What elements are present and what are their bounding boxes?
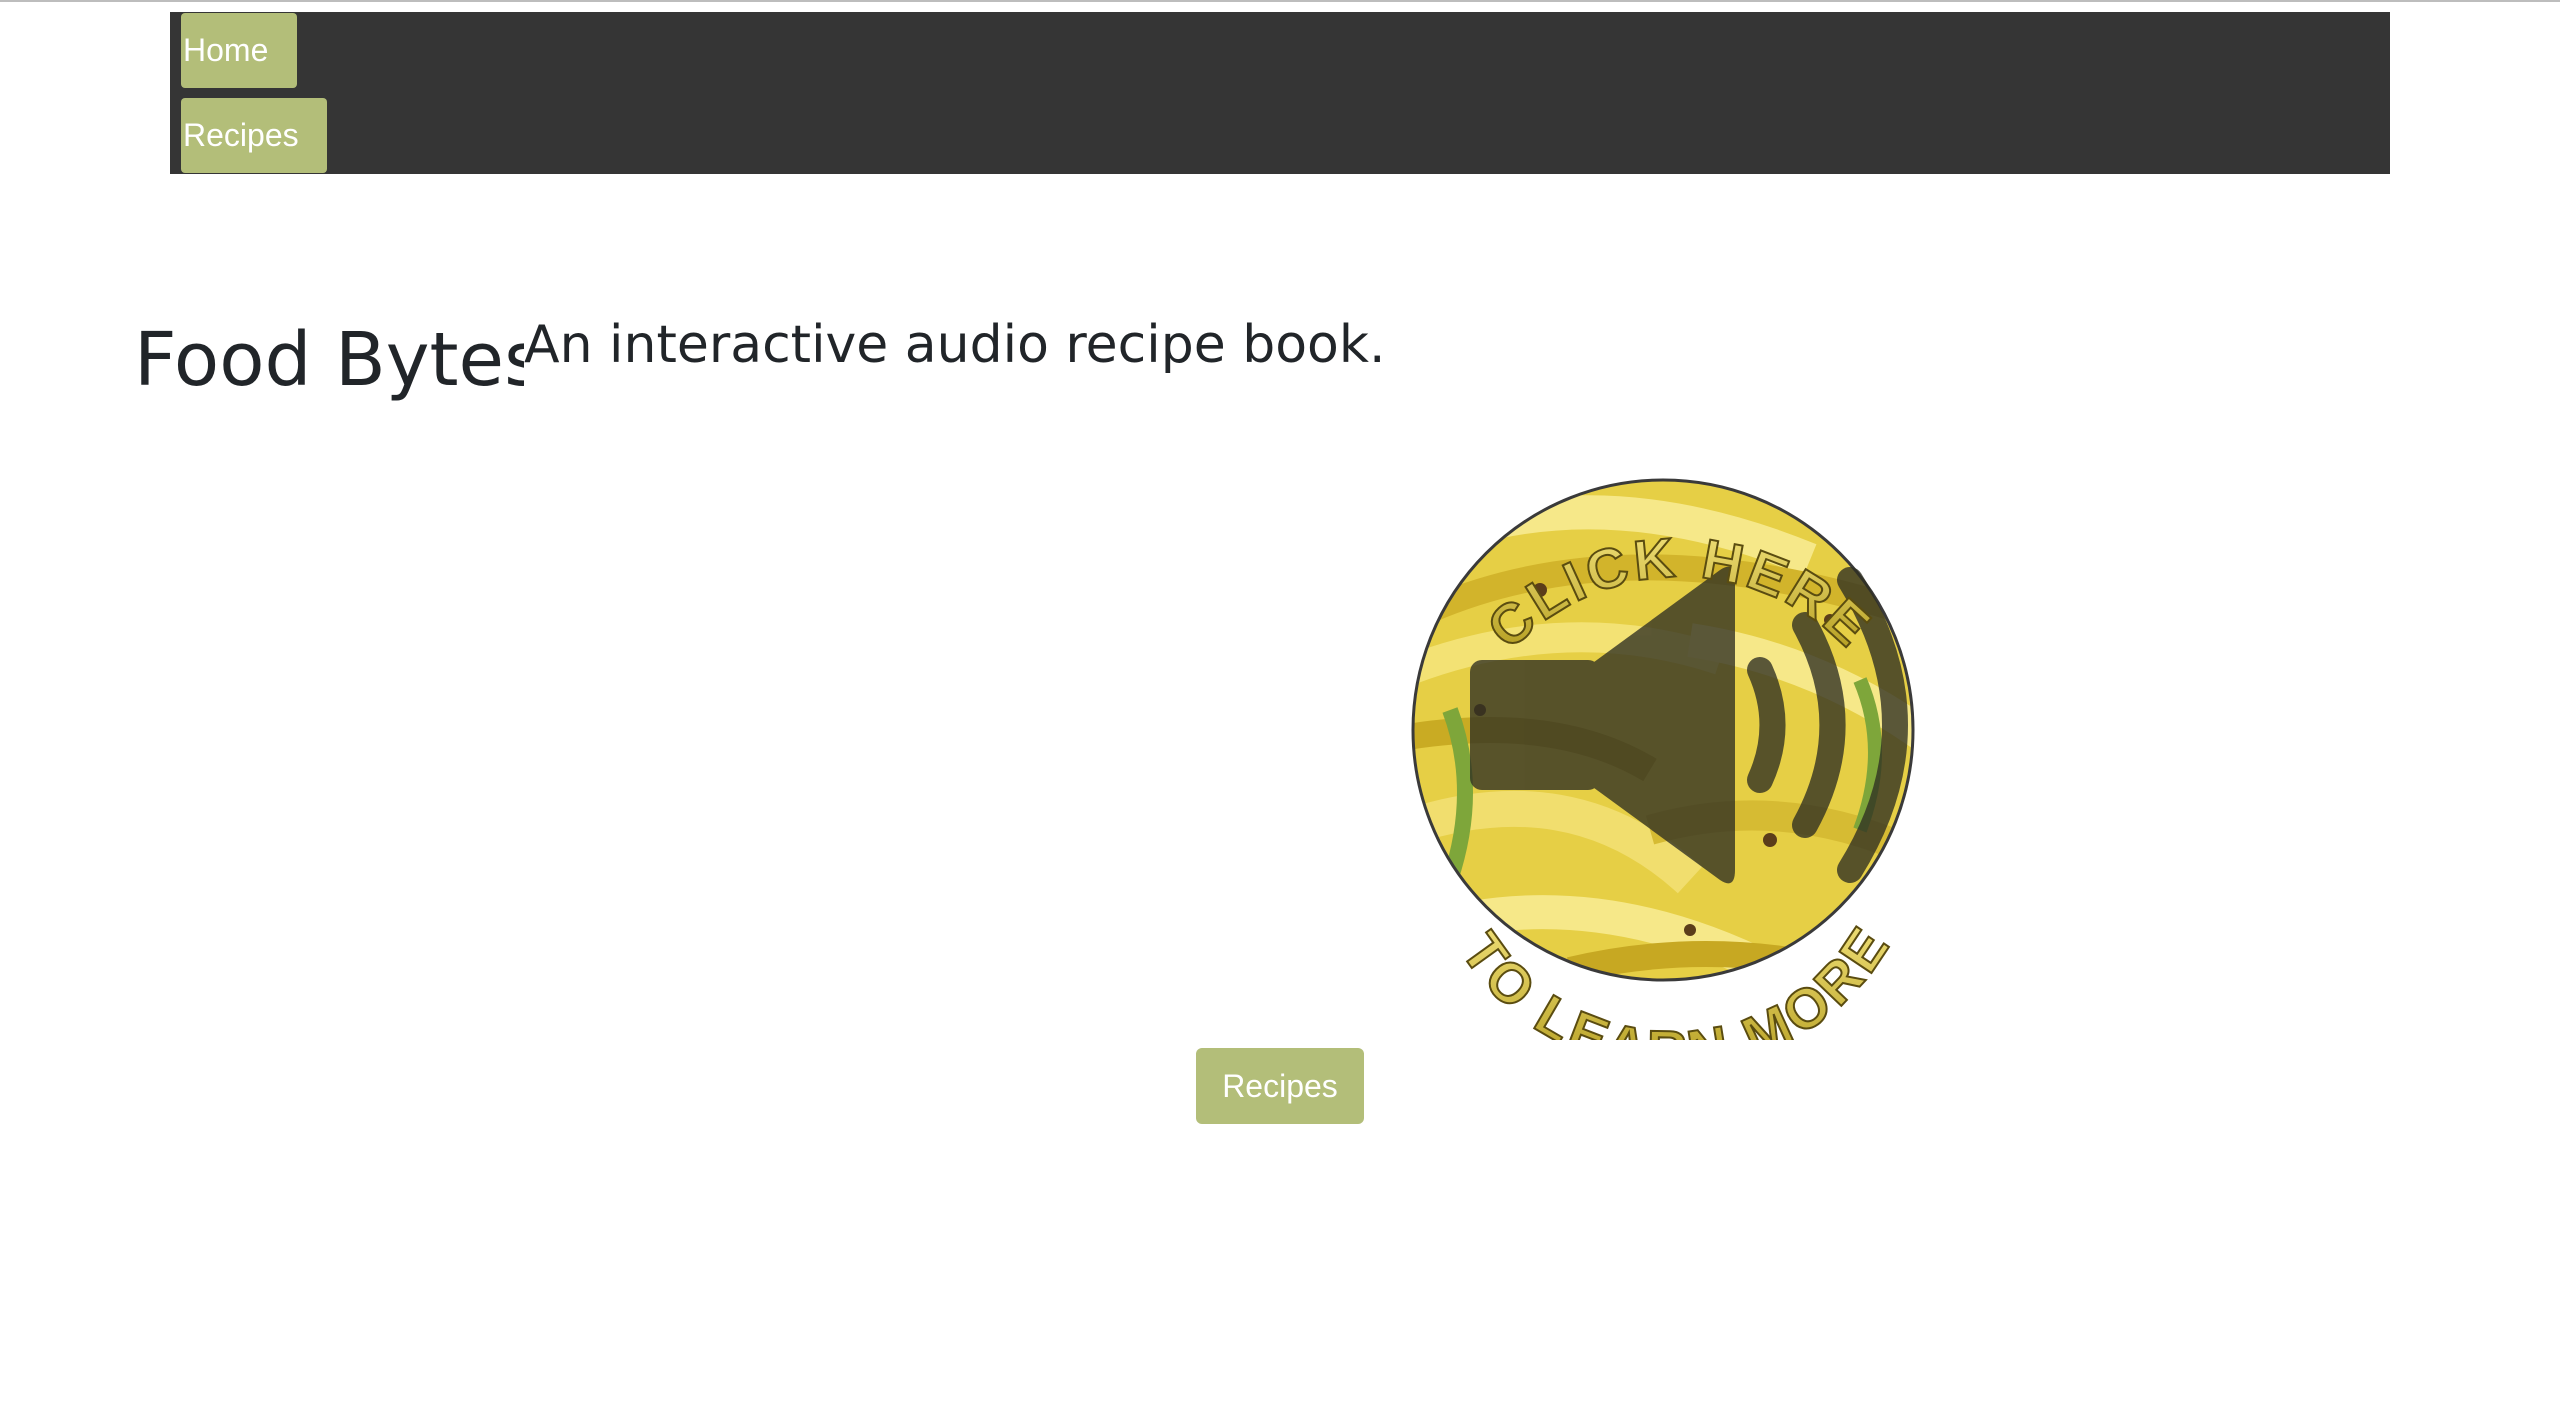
- click-here-audio-badge[interactable]: CLICK HERE TO LEARN MORE: [1390, 410, 1940, 1083]
- audio-badge-graphic: CLICK HERE TO LEARN MORE: [1411, 478, 1915, 1083]
- nav-home-button[interactable]: Home: [181, 13, 297, 88]
- window-top-border: [0, 0, 2560, 2]
- page-subtitle: An interactive audio recipe book.: [524, 315, 1386, 375]
- recipes-button[interactable]: Recipes: [1196, 1048, 1364, 1124]
- nav-recipes-button[interactable]: Recipes: [181, 98, 327, 173]
- page-title: Food Bytes: [134, 317, 524, 403]
- navbar: Home Recipes: [170, 12, 2390, 174]
